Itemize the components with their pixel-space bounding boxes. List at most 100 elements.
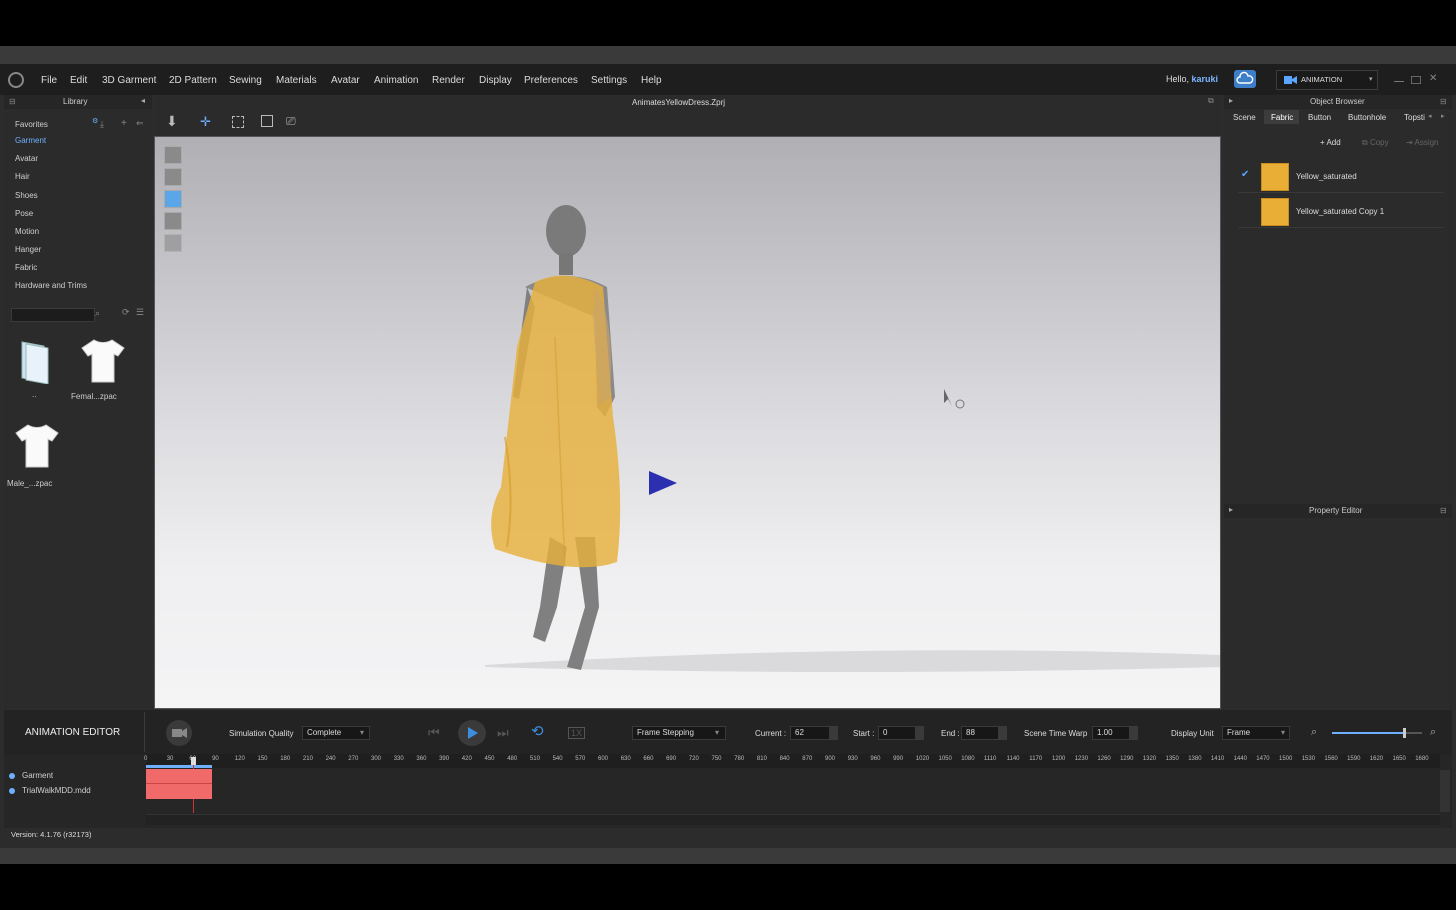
timeline-vertical-scrollbar[interactable] <box>1440 770 1450 812</box>
settings-dot-icon[interactable]: ⚙ <box>92 117 98 125</box>
mode-selector[interactable]: ANIMATION ▾ <box>1276 70 1378 90</box>
avatar-pose-icon[interactable] <box>164 168 182 186</box>
library-item-hanger[interactable]: Hanger <box>15 245 41 254</box>
menu-materials[interactable]: Materials <box>276 75 317 86</box>
box-select-icon[interactable] <box>232 116 244 128</box>
hanger-icon[interactable] <box>164 234 182 252</box>
library-item-fabric[interactable]: Fabric <box>15 263 37 272</box>
end-frame-input[interactable]: 88 <box>961 726 999 740</box>
menu-render[interactable]: Render <box>432 75 465 86</box>
transform-icon[interactable] <box>261 115 273 127</box>
username[interactable]: karuki <box>1192 74 1219 84</box>
speed-button[interactable]: 1X <box>568 727 586 739</box>
pin-icon[interactable]: ⊟ <box>1440 97 1447 106</box>
menu-help[interactable]: Help <box>641 75 662 86</box>
track-visibility-icon[interactable] <box>9 773 15 779</box>
back-arrow-icon[interactable]: ⇐ <box>136 118 144 129</box>
library-item-hardware[interactable]: Hardware and Trims <box>15 281 87 290</box>
library-favorites[interactable]: Favorites <box>15 120 48 129</box>
skip-to-end-icon[interactable]: ⏭ <box>497 725 509 741</box>
skip-to-start-icon[interactable]: ⏮ <box>428 725 440 741</box>
pin-icon[interactable]: ⊟ <box>9 97 16 106</box>
menu-display[interactable]: Display <box>479 75 512 86</box>
zoom-out-icon[interactable]: ⌕ <box>1430 726 1436 739</box>
search-icon[interactable]: ⌕ <box>95 308 100 319</box>
menu-sewing[interactable]: Sewing <box>229 75 262 86</box>
playhead-handle[interactable] <box>191 757 196 765</box>
current-frame-spinner[interactable] <box>830 726 838 740</box>
collapse-arrow-icon[interactable]: ▸ <box>1229 505 1233 514</box>
zoom-in-icon[interactable]: ⌕ <box>1311 726 1317 739</box>
tab-fabric[interactable]: Fabric <box>1271 113 1293 122</box>
menu-settings[interactable]: Settings <box>591 75 627 86</box>
download-icon[interactable]: ⤓ <box>100 119 104 130</box>
menu-avatar[interactable]: Avatar <box>331 75 360 86</box>
menu-preferences[interactable]: Preferences <box>524 75 578 86</box>
collapse-arrow-icon[interactable]: ▸ <box>1229 96 1233 105</box>
library-item-hair[interactable]: Hair <box>15 172 30 181</box>
menu-2d-pattern[interactable]: 2D Pattern <box>169 75 217 86</box>
select-mesh-icon[interactable]: ⬇ <box>166 113 178 130</box>
library-item-garment[interactable]: Garment <box>15 136 46 145</box>
tab-scene[interactable]: Scene <box>1233 113 1256 122</box>
3d-viewport[interactable] <box>154 136 1221 709</box>
menu-3d-garment[interactable]: 3D Garment <box>102 75 156 86</box>
minimize-icon[interactable] <box>1394 76 1404 82</box>
time-warp-input[interactable]: 1.00 <box>1092 726 1130 740</box>
tab-scroll-left-icon[interactable]: ◂ <box>1428 112 1432 120</box>
playback-range-bar[interactable] <box>146 765 212 768</box>
menu-edit[interactable]: Edit <box>70 75 87 86</box>
end-frame-spinner[interactable] <box>999 726 1007 740</box>
female-garment-thumbnail[interactable] <box>80 336 126 384</box>
collapse-arrow-icon[interactable]: ◂ <box>141 96 145 105</box>
move-tool-icon[interactable]: ✛ <box>200 114 211 130</box>
menu-file[interactable]: File <box>41 75 57 86</box>
display-unit-select[interactable]: Frame ▾ <box>1222 726 1290 740</box>
copy-fabric-button[interactable]: ⧉ Copy <box>1362 138 1389 148</box>
track-row[interactable]: Garment <box>4 769 144 783</box>
start-frame-spinner[interactable] <box>916 726 924 740</box>
folder-up-thumbnail[interactable] <box>14 338 54 388</box>
close-icon[interactable]: ✕ <box>1429 73 1437 84</box>
library-item-motion[interactable]: Motion <box>15 227 39 236</box>
texture-icon[interactable] <box>164 212 182 230</box>
library-item-avatar[interactable]: Avatar <box>15 154 38 163</box>
popout-icon[interactable]: ⧉ <box>1208 96 1214 106</box>
list-view-icon[interactable]: ☰ <box>136 307 144 318</box>
frame-mode-select[interactable]: Frame Stepping ▾ <box>632 726 726 740</box>
current-frame-input[interactable]: 62 <box>790 726 830 740</box>
loop-icon[interactable]: ⟲ <box>531 722 544 740</box>
start-frame-input[interactable]: 0 <box>878 726 916 740</box>
record-camera-icon[interactable] <box>166 720 192 746</box>
tab-topstitch[interactable]: Topsti <box>1404 113 1425 122</box>
menu-animation[interactable]: Animation <box>374 75 418 86</box>
add-fabric-button[interactable]: + Add <box>1320 138 1341 147</box>
tab-scroll-right-icon[interactable]: ▸ <box>1441 112 1445 120</box>
play-button[interactable] <box>458 720 486 746</box>
pin-icon[interactable]: ⊟ <box>1440 506 1447 515</box>
animation-clip[interactable] <box>146 769 212 799</box>
fabric-list-item[interactable]: ✔ Yellow_saturated <box>1238 160 1444 193</box>
refresh-icon[interactable]: ⟳ <box>122 307 130 318</box>
time-warp-spinner[interactable] <box>1130 726 1138 740</box>
cloud-icon[interactable] <box>1234 70 1256 88</box>
add-icon[interactable]: + <box>121 118 127 129</box>
timeline-ruler[interactable]: 0306090120150180210240270300330360390420… <box>144 754 1440 768</box>
zoom-slider[interactable] <box>1332 728 1422 738</box>
library-search-input[interactable] <box>11 308 95 322</box>
garment-display-icon[interactable] <box>164 190 182 208</box>
timeline-horizontal-scrollbar[interactable] <box>146 814 1440 825</box>
assign-fabric-button[interactable]: ⇥ Assign <box>1406 138 1439 147</box>
track-row[interactable]: TrialWalkMDD.mdd <box>4 784 144 798</box>
fold-tool-icon[interactable]: ⎚ <box>286 114 296 129</box>
zoom-slider-thumb[interactable] <box>1403 728 1406 738</box>
fabric-list-item[interactable]: Yellow_saturated Copy 1 <box>1238 195 1444 228</box>
avatar-display-icon[interactable] <box>164 146 182 164</box>
maximize-icon[interactable] <box>1411 76 1421 84</box>
track-visibility-icon[interactable] <box>9 788 15 794</box>
tab-buttonhole[interactable]: Buttonhole <box>1348 113 1386 122</box>
library-item-pose[interactable]: Pose <box>15 209 33 218</box>
male-garment-thumbnail[interactable] <box>14 421 60 469</box>
simulation-quality-select[interactable]: Complete ▾ <box>302 726 370 740</box>
library-item-shoes[interactable]: Shoes <box>15 191 38 200</box>
